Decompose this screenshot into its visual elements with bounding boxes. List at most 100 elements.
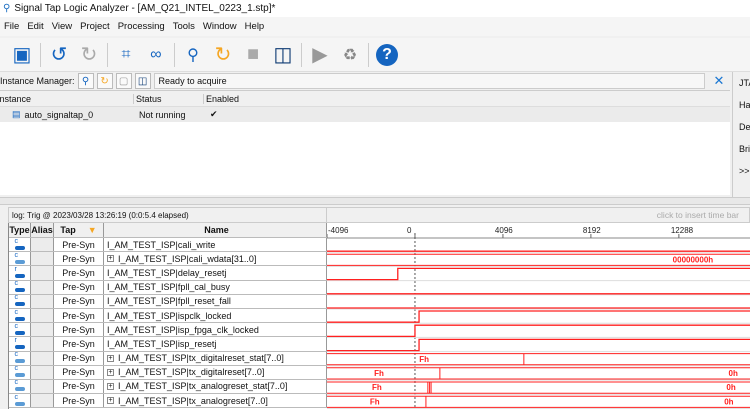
menu-file[interactable]: File (0, 21, 23, 32)
help-icon[interactable]: ? (375, 43, 399, 67)
col-name[interactable]: Name (104, 223, 327, 237)
jtag-panel: JTA Har Dev Bri >> (732, 72, 750, 197)
alias-cell (31, 365, 54, 379)
insert-time-bar[interactable]: click to insert time bar (327, 210, 749, 220)
expand-icon[interactable]: + (107, 354, 114, 362)
menu-tools[interactable]: Tools (169, 21, 199, 32)
name-cell: I_AM_TEST_ISP|cali_write (104, 238, 327, 252)
waveform-view[interactable]: -4096 0 4096 8192 12288 00000000h Fh Fh 0h Fh 0h Fh… (327, 223, 750, 409)
tap-cell: Pre-Syn (54, 337, 104, 351)
name-cell: I_AM_TEST_ISP|isp_fpga_clk_locked (104, 323, 327, 337)
binoculars-icon[interactable]: ∞ (144, 43, 168, 67)
signal-row[interactable]: c Pre-Syn + I_AM_TEST_ISP|tx_digitalreset… (9, 351, 327, 366)
save-icon[interactable]: ▣ (10, 43, 34, 67)
signal-row[interactable]: c Pre-Syn + I_AM_TEST_ISP|tx_analogreset_… (9, 379, 327, 395)
node-type-icon: c (9, 238, 31, 252)
name-cell: I_AM_TEST_ISP|delay_resetj (104, 266, 327, 280)
name-cell: + I_AM_TEST_ISP|tx_analogreset[7..0] (104, 394, 327, 408)
col-instance[interactable]: Instance (0, 94, 134, 104)
col-status[interactable]: Status (134, 94, 204, 104)
name-cell: I_AM_TEST_ISP|ispclk_locked (104, 308, 327, 323)
bus-value-label: Fh (370, 397, 380, 406)
col-type[interactable]: Type (9, 223, 31, 237)
col-alias[interactable]: Alias (31, 223, 54, 237)
recycle-icon[interactable]: ♻ (338, 43, 362, 67)
bus-value-label: 00000000h (673, 255, 714, 264)
col-enabled[interactable]: Enabled (204, 94, 239, 104)
node-type-icon: c (9, 308, 31, 323)
tap-cell: Pre-Syn (54, 379, 104, 394)
bus-type-icon: c (9, 394, 31, 408)
signal-wave (327, 324, 750, 338)
signal-row[interactable]: c Pre-Syn I_AM_TEST_ISP|fpll_reset_fall (9, 294, 327, 309)
signal-row[interactable]: c Pre-Syn I_AM_TEST_ISP|fpll_cal_busy (9, 280, 327, 295)
expand-icon[interactable]: + (107, 397, 114, 405)
status-field: Ready to acquire (153, 73, 705, 89)
stop-icon[interactable]: ■ (241, 43, 265, 67)
redo-icon[interactable]: ↻ (77, 43, 101, 67)
tick-label: 12288 (671, 226, 694, 235)
stop-icon[interactable]: ▢ (115, 73, 132, 89)
signal-row[interactable]: r Pre-Syn I_AM_TEST_ISP|delay_resetj (9, 266, 327, 281)
node-type-icon: c (9, 323, 31, 337)
expand-icon[interactable]: + (107, 382, 114, 390)
read-data-icon[interactable]: ◫ (134, 73, 151, 89)
splitter[interactable] (0, 197, 750, 205)
signal-row[interactable]: c Pre-Syn + I_AM_TEST_ISP|cali_wdata[31..… (9, 252, 327, 267)
node-finder-icon[interactable]: ⌗ (114, 43, 138, 67)
expand-icon[interactable]: + (107, 368, 114, 376)
alias-cell (31, 280, 54, 294)
signal-row[interactable]: r Pre-Syn I_AM_TEST_ISP|isp_resetj (9, 337, 327, 352)
grid-header: Type Alias Tap ▼ Name (9, 223, 327, 238)
expand-icon[interactable]: + (107, 255, 114, 263)
instance-name: auto_signaltap_0 (24, 109, 94, 120)
separator (174, 42, 175, 67)
menu-project[interactable]: Project (76, 21, 114, 32)
separator (368, 42, 369, 67)
menu-window[interactable]: Window (199, 21, 241, 32)
alias-cell (31, 379, 54, 394)
signal-row[interactable]: c Pre-Syn + I_AM_TEST_ISP|tx_digitalreset… (9, 365, 327, 380)
filter-icon[interactable]: ▼ (88, 225, 97, 235)
autorun-icon[interactable]: ↻ (211, 43, 235, 67)
bus-value-label: 0h (729, 369, 738, 378)
signal-grid: Type Alias Tap ▼ Name c Pre-Syn I_AM_TEST… (8, 223, 327, 409)
tap-cell: Pre-Syn (54, 323, 104, 337)
undo-icon[interactable]: ↺ (47, 43, 71, 67)
bus-value-label: 0h (726, 383, 735, 392)
signal-row[interactable]: c Pre-Syn + I_AM_TEST_ISP|tx_analogreset[… (9, 394, 327, 409)
jtag-more-button[interactable]: >> (733, 160, 750, 182)
menu-help[interactable]: Help (241, 21, 269, 32)
tick-label: 4096 (495, 226, 513, 235)
signal-row[interactable]: c Pre-Syn I_AM_TEST_ISP|ispclk_locked (9, 308, 327, 324)
alias-cell (31, 252, 54, 266)
instance-manager-bar: Instance Manager: ⚲ ↻ ▢ ◫ Ready to acqui… (0, 72, 730, 91)
autorun-icon[interactable]: ↻ (96, 73, 113, 89)
bus-value-label: Fh (374, 369, 384, 378)
bus-type-icon: c (9, 351, 31, 365)
instance-status: Not running (139, 109, 186, 120)
instance-manager-label: Instance Manager: (0, 76, 75, 86)
run-analysis-icon[interactable]: ⚲ (181, 43, 205, 67)
instance-row[interactable]: ▤ auto_signaltap_0 Not running ✔ (0, 107, 730, 122)
bus-type-icon: c (9, 365, 31, 379)
close-icon[interactable]: ✕ (708, 73, 730, 89)
alias-cell (31, 337, 54, 351)
col-tap[interactable]: Tap ▼ (54, 223, 104, 237)
enabled-checkbox[interactable]: ✔ (207, 109, 218, 120)
instance-table-header: Instance Status Enabled (0, 92, 730, 107)
signal-row[interactable]: c Pre-Syn I_AM_TEST_ISP|isp_fpga_clk_loc… (9, 323, 327, 338)
menu-view[interactable]: View (48, 21, 76, 32)
app-icon: ⚲ (3, 3, 11, 14)
menu-processing[interactable]: Processing (114, 21, 169, 32)
signal-row[interactable]: c Pre-Syn I_AM_TEST_ISP|cali_write (9, 238, 327, 253)
run-analysis-icon[interactable]: ⚲ (77, 73, 94, 89)
jtag-bridge: Bri (739, 144, 750, 154)
menu-edit[interactable]: Edit (23, 21, 47, 32)
log-header: log: Trig @ 2023/03/28 13:26:19 (0:0:5.4… (8, 207, 750, 223)
tap-cell: Pre-Syn (54, 365, 104, 379)
read-data-icon[interactable]: ◫ (271, 43, 295, 67)
signal-wave (327, 338, 750, 352)
log-text: log: Trig @ 2023/03/28 13:26:19 (0:0:5.4… (9, 208, 327, 222)
play-icon[interactable]: ▶ (308, 43, 332, 67)
